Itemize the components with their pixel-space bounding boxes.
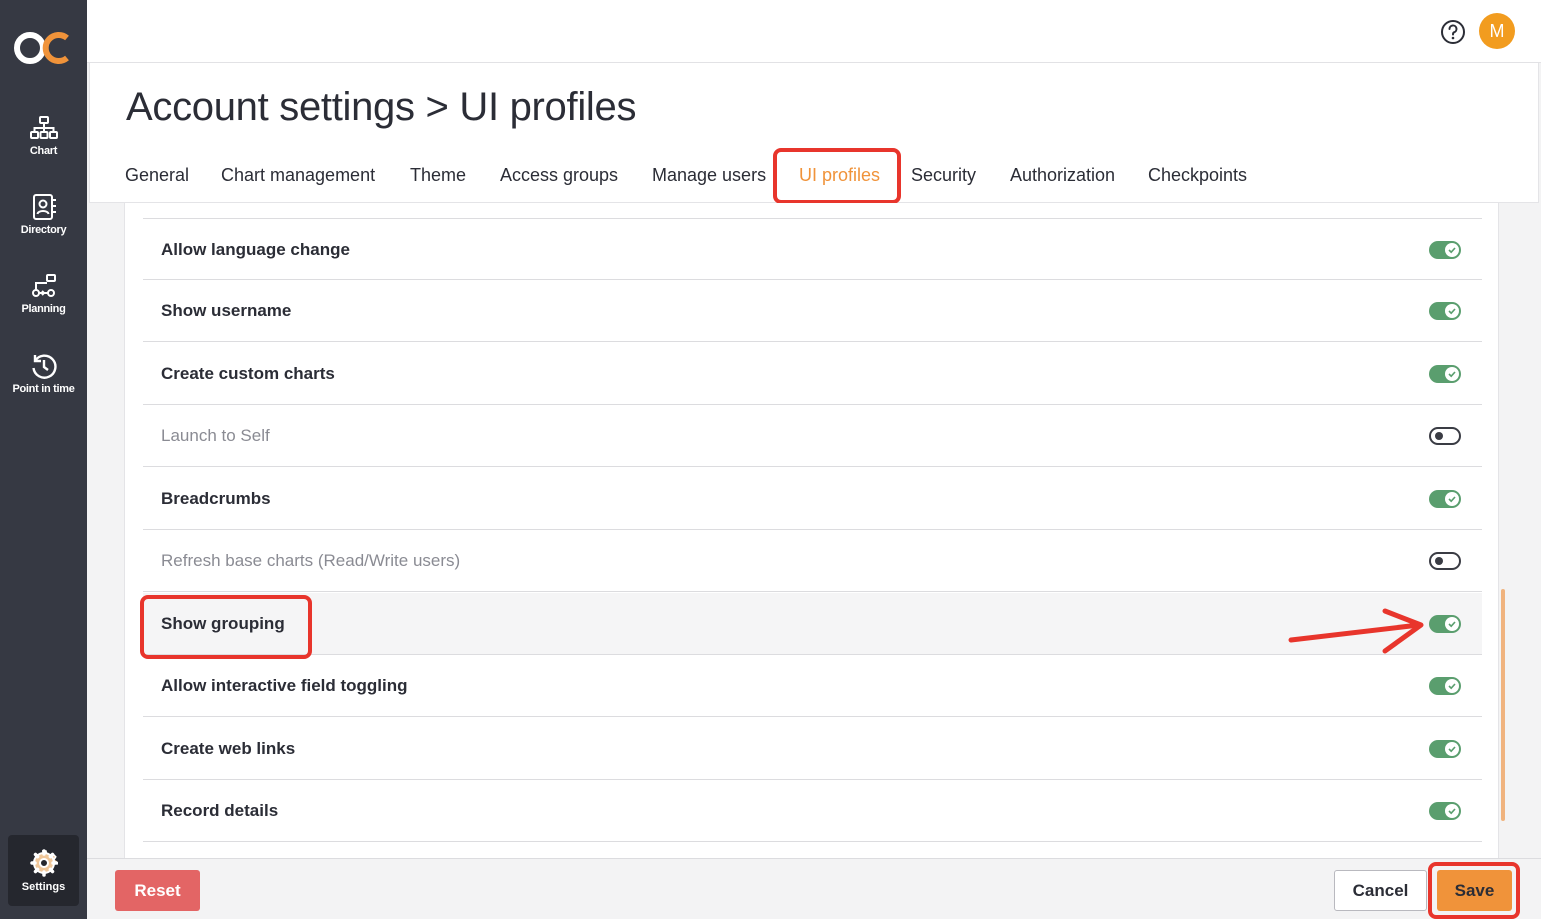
list-item: Allow interactive field toggling [143,655,1482,717]
tab-checkpoints[interactable]: Checkpoints [1148,151,1247,199]
toggle-switch[interactable] [1429,302,1461,320]
page-title: Account settings > UI profiles [126,85,637,129]
sidebar-item-point-in-time[interactable]: Point in time [0,342,87,404]
sidebar: Chart Directory Planning Point in time S… [0,0,87,919]
footer-bar: Reset Cancel Save [87,858,1541,919]
settings-list: Allow language change Show username Crea… [124,203,1499,858]
setting-label: Breadcrumbs [161,489,271,508]
toggle-switch[interactable] [1429,802,1461,820]
list-item: Record details [143,780,1482,842]
list-item: Launch to Self [143,405,1482,467]
setting-label: Launch to Self [161,426,270,445]
list-item: Create web links [143,718,1482,780]
sidebar-item-label: Chart [29,145,58,157]
sidebar-item-planning[interactable]: Planning [0,262,87,324]
toggle-switch[interactable] [1429,615,1461,633]
toggle-switch[interactable] [1429,365,1461,383]
tab-general[interactable]: General [125,151,189,199]
settings-header: Account settings > UI profiles General C… [89,63,1539,204]
tab-theme[interactable]: Theme [410,151,466,199]
annotation-highlight-grouping [140,595,312,659]
setting-label: Record details [161,801,279,820]
scrollbar-thumb[interactable] [1501,589,1505,821]
list-item: Allow language change [143,218,1482,280]
setting-label: Refresh base charts (Read/Write users) [161,551,461,570]
sidebar-item-label: Point in time [12,383,75,395]
org-chart-icon [29,113,59,143]
main-content: Account settings > UI profiles General C… [87,62,1541,919]
list-item: Refresh base charts (Read/Write users) [143,530,1482,592]
tab-chart-management[interactable]: Chart management [221,151,375,199]
toggle-switch[interactable] [1429,740,1461,758]
directory-icon [29,192,59,222]
setting-label: Create web links [161,739,296,758]
tab-authorization[interactable]: Authorization [1010,151,1115,199]
toggle-switch[interactable] [1429,552,1461,570]
cancel-button[interactable]: Cancel [1334,870,1427,911]
setting-label: Show username [161,301,292,320]
sidebar-item-settings[interactable]: Settings [8,835,79,906]
list-item: Show username [143,280,1482,342]
gear-icon [29,848,58,877]
planning-icon [29,271,59,301]
help-icon[interactable] [1440,19,1466,45]
top-bar: M [87,0,1541,62]
sidebar-item-label: Planning [21,303,66,315]
list-item: Show grouping [143,593,1482,655]
annotation-arrow-icon [1288,608,1424,654]
list-item: Breadcrumbs [143,468,1482,530]
sidebar-item-chart[interactable]: Chart [0,104,87,166]
sidebar-item-label: Settings [21,880,66,893]
avatar[interactable]: M [1479,13,1515,49]
toggle-switch[interactable] [1429,677,1461,695]
annotation-highlight-save [1428,862,1520,919]
toggle-switch[interactable] [1429,241,1461,259]
setting-label: Allow interactive field toggling [161,676,408,695]
history-icon [29,351,59,381]
oc-logo [14,32,69,64]
toggle-switch[interactable] [1429,427,1461,445]
tab-manage-users[interactable]: Manage users [652,151,766,199]
sidebar-item-label: Directory [20,224,67,236]
sidebar-item-directory[interactable]: Directory [0,183,87,245]
toggle-switch[interactable] [1429,490,1461,508]
list-item: Create custom charts [143,343,1482,405]
annotation-highlight-tab [773,148,901,204]
setting-label: Create custom charts [161,364,335,383]
reset-button[interactable]: Reset [115,870,200,911]
tab-access-groups[interactable]: Access groups [500,151,618,199]
setting-label: Allow language change [161,240,350,259]
tab-security[interactable]: Security [911,151,976,199]
